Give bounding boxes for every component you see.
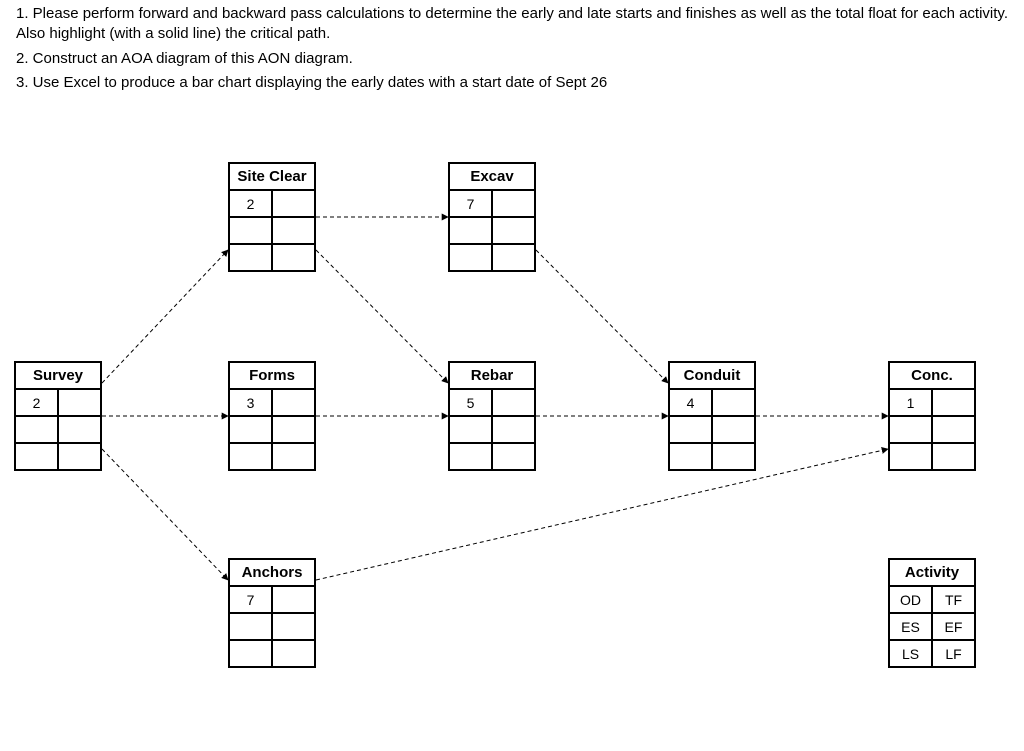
- cell-tf: [272, 389, 315, 416]
- cell-tf: [272, 190, 315, 217]
- legend-tf: TF: [932, 586, 975, 613]
- node-rebar: Rebar5: [448, 361, 536, 471]
- question-2: 2. Construct an AOA diagram of this AON …: [16, 49, 1008, 69]
- edge-excav-conduit: [536, 250, 668, 383]
- cell-od: 5: [449, 389, 492, 416]
- legend-box: Activity OD TF ES EF LS LF: [888, 558, 976, 668]
- cell-ls: [669, 443, 712, 470]
- cell-ef: [272, 217, 315, 244]
- cell-od: 7: [229, 586, 272, 613]
- legend-title: Activity: [889, 559, 975, 586]
- cell-ls: [449, 244, 492, 271]
- cell-lf: [272, 640, 315, 667]
- page: Homework 1 1. Please perform forward and…: [0, 0, 1024, 751]
- node-site-clear: Site Clear2: [228, 162, 316, 272]
- activity-name: Forms: [229, 362, 315, 389]
- cell-es: [15, 416, 58, 443]
- activity-name: Conduit: [669, 362, 755, 389]
- cell-es: [889, 416, 932, 443]
- cell-lf: [272, 443, 315, 470]
- cell-ef: [58, 416, 101, 443]
- cell-es: [229, 416, 272, 443]
- cell-lf: [58, 443, 101, 470]
- legend-ef: EF: [932, 613, 975, 640]
- cell-tf: [932, 389, 975, 416]
- edge-survey-anchors: [102, 449, 228, 580]
- cell-ls: [229, 640, 272, 667]
- cell-ef: [272, 416, 315, 443]
- cell-ls: [889, 443, 932, 470]
- node-conduit: Conduit4: [668, 361, 756, 471]
- instructions-block: 1. Please perform forward and backward p…: [16, 0, 1008, 97]
- cell-lf: [492, 443, 535, 470]
- cell-es: [449, 416, 492, 443]
- cell-ls: [229, 443, 272, 470]
- activity-name: Excav: [449, 163, 535, 190]
- aon-diagram: Survey2 Site Clear2 Forms3 Anchors7 Exca…: [0, 130, 1024, 750]
- activity-name: Survey: [15, 362, 101, 389]
- cell-es: [229, 613, 272, 640]
- activity-name: Rebar: [449, 362, 535, 389]
- cell-ef: [932, 416, 975, 443]
- cell-tf: [272, 586, 315, 613]
- cell-lf: [492, 244, 535, 271]
- activity-name: Site Clear: [229, 163, 315, 190]
- node-excav: Excav7: [448, 162, 536, 272]
- activity-name: Anchors: [229, 559, 315, 586]
- cell-lf: [712, 443, 755, 470]
- legend-es: ES: [889, 613, 932, 640]
- cell-od: 2: [15, 389, 58, 416]
- cell-es: [229, 217, 272, 244]
- cell-tf: [492, 190, 535, 217]
- cell-tf: [712, 389, 755, 416]
- edge-siteclear-rebar: [316, 250, 448, 383]
- legend-od: OD: [889, 586, 932, 613]
- edge-anchors-conc: [316, 449, 888, 580]
- node-survey: Survey2: [14, 361, 102, 471]
- cell-ef: [272, 613, 315, 640]
- node-anchors: Anchors7: [228, 558, 316, 668]
- cell-ef: [492, 416, 535, 443]
- cell-ef: [492, 217, 535, 244]
- cell-od: 7: [449, 190, 492, 217]
- cell-ls: [449, 443, 492, 470]
- cell-tf: [492, 389, 535, 416]
- question-3: 3. Use Excel to produce a bar chart disp…: [16, 73, 1008, 93]
- cell-es: [669, 416, 712, 443]
- cell-od: 2: [229, 190, 272, 217]
- cell-es: [449, 217, 492, 244]
- cell-lf: [932, 443, 975, 470]
- node-conc: Conc.1: [888, 361, 976, 471]
- cell-ls: [229, 244, 272, 271]
- cell-od: 3: [229, 389, 272, 416]
- cell-lf: [272, 244, 315, 271]
- activity-name: Conc.: [889, 362, 975, 389]
- cell-od: 4: [669, 389, 712, 416]
- node-forms: Forms3: [228, 361, 316, 471]
- legend-lf: LF: [932, 640, 975, 667]
- cell-ls: [15, 443, 58, 470]
- question-1: 1. Please perform forward and backward p…: [16, 4, 1008, 45]
- cell-ef: [712, 416, 755, 443]
- edge-survey-siteclear: [102, 250, 228, 383]
- cell-od: 1: [889, 389, 932, 416]
- legend-ls: LS: [889, 640, 932, 667]
- cell-tf: [58, 389, 101, 416]
